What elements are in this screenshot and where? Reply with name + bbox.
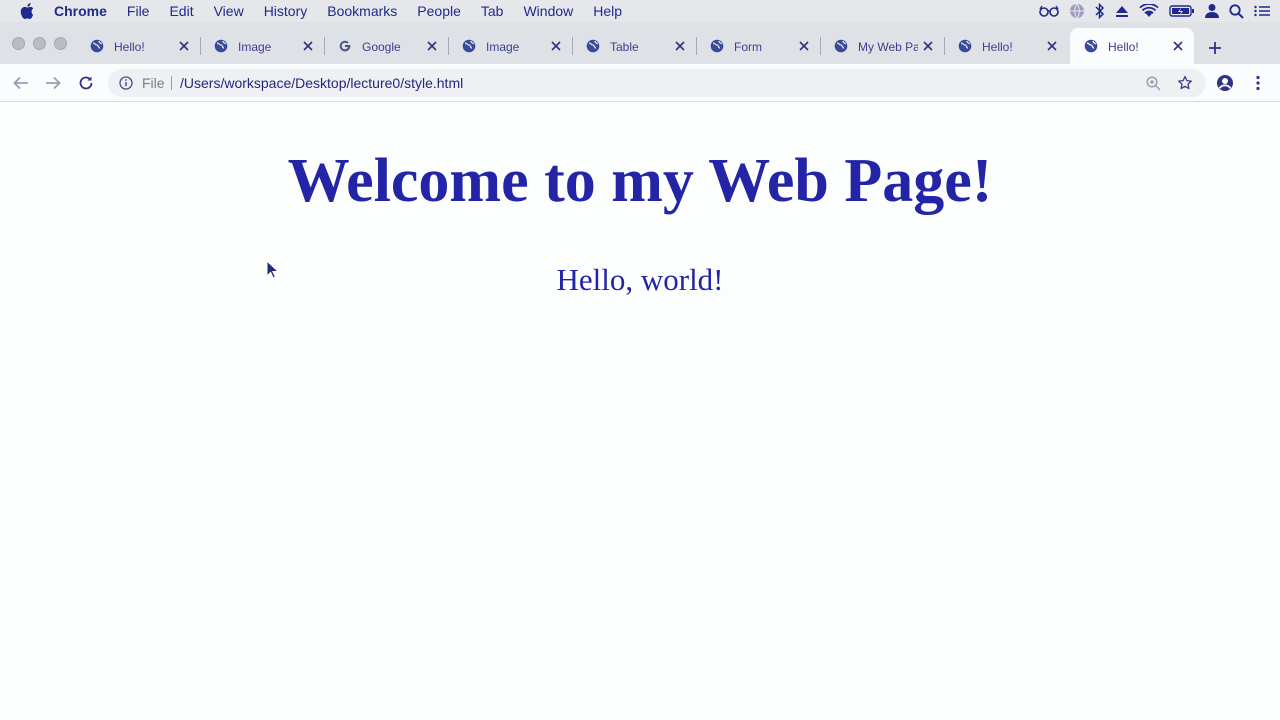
- close-icon[interactable]: [550, 40, 562, 52]
- menu-help[interactable]: Help: [593, 3, 622, 19]
- profile-avatar-icon[interactable]: [1216, 74, 1234, 92]
- back-arrow-icon[interactable]: [12, 74, 30, 92]
- tab-title: Hello!: [114, 40, 145, 54]
- tab-title: Google: [362, 40, 401, 54]
- menu-history[interactable]: History: [264, 3, 308, 19]
- tab-my-web-page[interactable]: My Web Pa: [820, 28, 945, 64]
- forward-arrow-icon[interactable]: [44, 74, 62, 92]
- close-icon[interactable]: [1046, 40, 1058, 52]
- close-icon[interactable]: [302, 40, 314, 52]
- apple-icon[interactable]: [20, 3, 38, 19]
- close-icon[interactable]: [178, 40, 190, 52]
- menu-edit[interactable]: Edit: [169, 3, 193, 19]
- page-heading: Welcome to my Web Page!: [287, 147, 993, 215]
- zoom-window-button[interactable]: [54, 37, 67, 50]
- tab-google[interactable]: Google: [324, 28, 449, 64]
- battery-icon[interactable]: [1169, 4, 1195, 18]
- tab-title: Hello!: [982, 40, 1013, 54]
- url-scheme-label: File: [142, 75, 165, 91]
- mouse-cursor-icon: [266, 260, 278, 279]
- tab-title: Form: [734, 40, 762, 54]
- google-icon: [339, 40, 351, 52]
- tab-image-1[interactable]: Image: [200, 28, 325, 64]
- reload-icon[interactable]: [77, 74, 95, 92]
- glasses-icon[interactable]: [1039, 5, 1059, 17]
- globe-icon: [1084, 39, 1098, 53]
- tab-form[interactable]: Form: [696, 28, 821, 64]
- window-controls: [12, 37, 67, 50]
- tab-title: Image: [486, 40, 520, 54]
- info-icon[interactable]: [119, 76, 133, 90]
- close-icon[interactable]: [1172, 40, 1184, 52]
- user-icon[interactable]: [1205, 3, 1219, 19]
- close-icon[interactable]: [798, 40, 810, 52]
- globe-icon[interactable]: [1069, 3, 1085, 19]
- url-divider: [171, 76, 172, 90]
- tab-title: Image: [238, 40, 272, 54]
- menu-bookmarks[interactable]: Bookmarks: [327, 3, 397, 19]
- globe-icon: [958, 39, 972, 53]
- tab-title: My Web Pa: [858, 40, 918, 54]
- globe-icon: [462, 39, 476, 53]
- globe-icon: [710, 39, 724, 53]
- zoom-icon[interactable]: [1146, 76, 1161, 91]
- bluetooth-icon[interactable]: [1095, 3, 1105, 19]
- globe-icon: [586, 39, 600, 53]
- close-icon[interactable]: [922, 40, 934, 52]
- tab-title: Table: [610, 40, 639, 54]
- menu-window[interactable]: Window: [523, 3, 573, 19]
- menu-app-chrome[interactable]: Chrome: [54, 3, 107, 19]
- tab-title: Hello!: [1108, 40, 1139, 54]
- tab-table[interactable]: Table: [572, 28, 697, 64]
- url-text[interactable]: /Users/workspace/Desktop/lecture0/style.…: [180, 75, 463, 91]
- menu-view[interactable]: View: [214, 3, 244, 19]
- kebab-menu-icon[interactable]: [1254, 75, 1262, 91]
- menu-bar: Chrome File Edit View History Bookmarks …: [0, 0, 1280, 22]
- tab-hello-active[interactable]: Hello!: [1070, 28, 1194, 64]
- tab-image-2[interactable]: Image: [448, 28, 573, 64]
- globe-icon: [834, 39, 848, 53]
- status-area: [1039, 0, 1270, 22]
- tab-hello-2[interactable]: Hello!: [944, 28, 1068, 64]
- tab-strip: Hello! Image Google Image Table Form My …: [0, 22, 1280, 64]
- wifi-icon[interactable]: [1139, 4, 1159, 18]
- page-paragraph: Hello, world!: [556, 262, 724, 297]
- search-icon[interactable]: [1229, 3, 1244, 19]
- close-icon[interactable]: [674, 40, 686, 52]
- eject-icon[interactable]: [1115, 4, 1129, 18]
- close-window-button[interactable]: [12, 37, 25, 50]
- browser-toolbar: File /Users/workspace/Desktop/lecture0/s…: [0, 64, 1280, 102]
- close-icon[interactable]: [426, 40, 438, 52]
- menu-list-icon[interactable]: [1254, 5, 1270, 17]
- bookmark-star-icon[interactable]: [1177, 75, 1193, 91]
- address-bar[interactable]: File /Users/workspace/Desktop/lecture0/s…: [108, 69, 1206, 97]
- globe-icon: [214, 39, 228, 53]
- menu-file[interactable]: File: [127, 3, 150, 19]
- new-tab-icon[interactable]: [1207, 40, 1223, 56]
- menu-people[interactable]: People: [417, 3, 461, 19]
- globe-icon: [90, 39, 104, 53]
- tab-hello-1[interactable]: Hello!: [76, 28, 201, 64]
- menu-tab[interactable]: Tab: [481, 3, 504, 19]
- page-viewport: Welcome to my Web Page! Hello, world!: [0, 102, 1280, 720]
- minimize-window-button[interactable]: [33, 37, 46, 50]
